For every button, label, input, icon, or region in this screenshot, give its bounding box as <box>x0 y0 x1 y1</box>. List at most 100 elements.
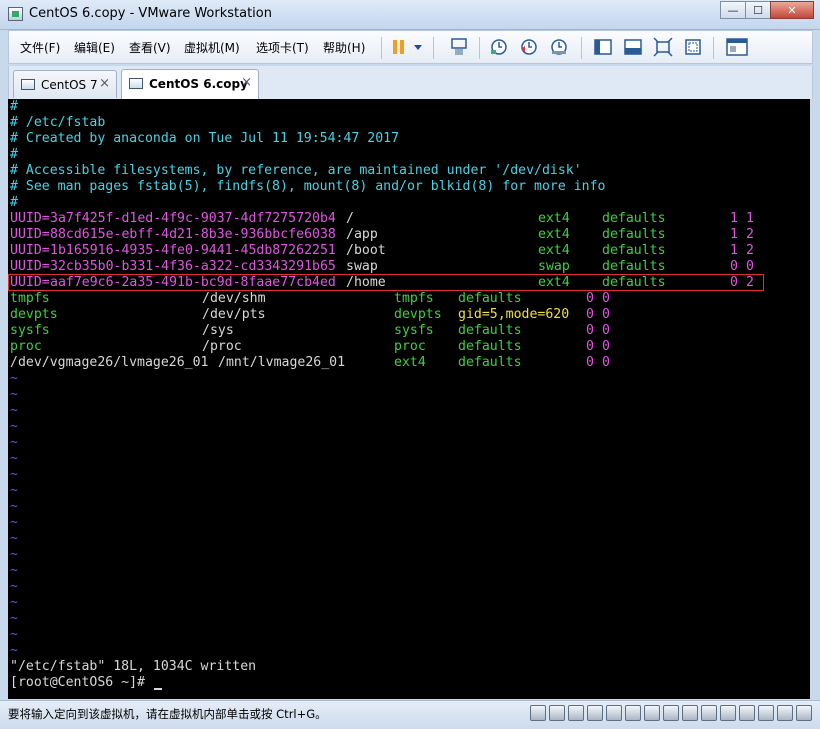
tilde-marker: ~ <box>10 579 18 594</box>
display-icon[interactable] <box>777 705 793 721</box>
hard-disk-icon[interactable] <box>587 705 603 721</box>
menu-file[interactable]: 文件(F) <box>20 39 60 56</box>
mount-options: defaults <box>458 355 522 370</box>
dump-field: 0 <box>586 307 594 322</box>
uuid-key: UUID= <box>10 227 50 242</box>
mount-options: defaults <box>458 291 522 306</box>
uuid-value: aaf7e9c6-2a35-491b-bc9d-8faae77cb4ed <box>50 275 336 290</box>
tab-label: CentOS 7 <box>41 78 98 92</box>
vm-icon <box>21 79 35 90</box>
cd-drive-icon[interactable] <box>682 705 698 721</box>
uuid-value: 32cb35b0-b331-4f36-a322-cd3343291b65 <box>50 259 336 274</box>
pass-field: 2 <box>746 243 754 258</box>
sound-card-icon[interactable] <box>739 705 755 721</box>
console-view-icon[interactable] <box>623 37 643 57</box>
mount-point: / <box>346 211 354 226</box>
prompt-text: [root@CentOS6 ~]# <box>10 675 153 690</box>
dropdown-icon[interactable] <box>411 37 425 57</box>
fs-type: sysfs <box>394 323 434 338</box>
message-icon[interactable] <box>796 705 812 721</box>
tab-centos-6-copy[interactable]: CentOS 6.copy × <box>121 69 259 99</box>
mount-point: /sys <box>202 323 234 338</box>
menu-view[interactable]: 查看(V) <box>129 39 171 56</box>
uuid-key: UUID= <box>10 259 50 274</box>
menu-help[interactable]: 帮助(H) <box>323 39 365 56</box>
fs-type: ext4 <box>538 227 570 242</box>
network-adapter-icon[interactable] <box>701 705 717 721</box>
tilde-marker: ~ <box>10 531 18 546</box>
device-name: /dev/vgmage26/lvmage26_01 <box>10 355 209 370</box>
pass-field: 2 <box>746 227 754 242</box>
tilde-marker: ~ <box>10 611 18 626</box>
tab-close-icon[interactable]: × <box>241 75 252 90</box>
fs-type: swap <box>538 259 570 274</box>
written-message-text: "/etc/fstab" 18L, 1034C written <box>10 659 257 674</box>
vm-icon <box>129 78 143 89</box>
vm-tab-bar: CentOS 7 × CentOS 6.copy × <box>8 66 813 99</box>
tab-centos-7[interactable]: CentOS 7 × <box>13 70 117 98</box>
tilde-marker: ~ <box>10 419 18 434</box>
thumbnail-icon[interactable] <box>725 37 749 57</box>
hard-disk-icon[interactable] <box>625 705 641 721</box>
pass-field: 0 <box>602 307 610 322</box>
hard-disk-icon[interactable] <box>663 705 679 721</box>
uuid-value: 3a7f425f-d1ed-4f9c-9037-4df7275720b4 <box>50 211 336 226</box>
mount-options: defaults <box>458 323 522 338</box>
snapshot-icon[interactable] <box>489 37 509 57</box>
hard-disk-icon[interactable] <box>530 705 546 721</box>
send-ctrl-alt-del-icon[interactable] <box>449 37 469 57</box>
unity-icon[interactable] <box>683 37 703 57</box>
window-title: CentOS 6.copy - VMware Workstation <box>29 6 272 21</box>
mount-options: defaults <box>602 275 666 290</box>
menu-tabs[interactable]: 选项卡(T) <box>256 39 309 56</box>
maximize-button[interactable]: ☐ <box>745 1 771 19</box>
usb-controller-icon[interactable] <box>720 705 736 721</box>
fs-type: devpts <box>394 307 442 322</box>
mount-options: defaults <box>602 259 666 274</box>
tilde-marker: ~ <box>10 627 18 642</box>
pass-field: 0 <box>746 259 754 274</box>
fs-type: ext4 <box>394 355 426 370</box>
revert-snapshot-icon[interactable] <box>519 37 539 57</box>
menu-vm[interactable]: 虚拟机(M) <box>184 39 240 56</box>
vm-console[interactable]: # # /etc/fstab # Created by anaconda on Tu… <box>8 99 810 699</box>
printer-icon[interactable] <box>758 705 774 721</box>
vmware-app-icon <box>8 7 23 21</box>
fs-type: proc <box>394 339 426 354</box>
dump-field: 0 <box>730 259 738 274</box>
minimize-button[interactable]: — <box>720 1 746 19</box>
tilde-marker: ~ <box>10 483 18 498</box>
title-bar: CentOS 6.copy - VMware Workstation — ☐ ✕ <box>0 0 820 30</box>
menu-edit[interactable]: 编辑(E) <box>74 39 115 56</box>
hard-disk-icon[interactable] <box>644 705 660 721</box>
hard-disk-icon[interactable] <box>568 705 584 721</box>
snapshot-manager-icon[interactable] <box>549 37 569 57</box>
uuid-value: 1b165916-4935-4fe0-9441-45db87262251 <box>50 243 336 258</box>
toolbar-separator <box>381 37 382 59</box>
comment-text: # See man pages fstab(5), findfs(8), mou… <box>10 179 606 194</box>
pass-field: 0 <box>602 291 610 306</box>
comment-text: # /etc/fstab <box>10 115 106 130</box>
pass-field: 0 <box>602 355 610 370</box>
pause-icon[interactable] <box>389 37 409 57</box>
close-button[interactable]: ✕ <box>770 1 814 19</box>
dump-field: 0 <box>586 355 594 370</box>
menu-toolbar: 文件(F) 编辑(E) 查看(V) 虚拟机(M) 选项卡(T) 帮助(H) <box>8 30 813 64</box>
sidebar-icon[interactable] <box>593 37 613 57</box>
mount-options: gid=5,mode=620 <box>458 307 570 322</box>
tilde-marker: ~ <box>10 547 18 562</box>
device-tray <box>530 705 812 721</box>
comment-text: # Accessible filesystems, by reference, … <box>10 163 582 178</box>
tab-close-icon[interactable]: × <box>99 76 110 91</box>
hard-disk-icon[interactable] <box>606 705 622 721</box>
fullscreen-icon[interactable] <box>653 37 673 57</box>
hard-disk-icon[interactable] <box>549 705 565 721</box>
caption-buttons: — ☐ ✕ <box>720 1 814 19</box>
mount-point: /home <box>346 275 386 290</box>
pass-field: 0 <box>602 323 610 338</box>
toolbar-separator <box>581 37 582 59</box>
fs-type: tmpfs <box>394 291 434 306</box>
mount-options: defaults <box>602 227 666 242</box>
status-bar: 要将输入定向到该虚拟机，请在虚拟机内部单击或按 Ctrl+G。 <box>0 700 820 729</box>
mount-options: defaults <box>602 211 666 226</box>
